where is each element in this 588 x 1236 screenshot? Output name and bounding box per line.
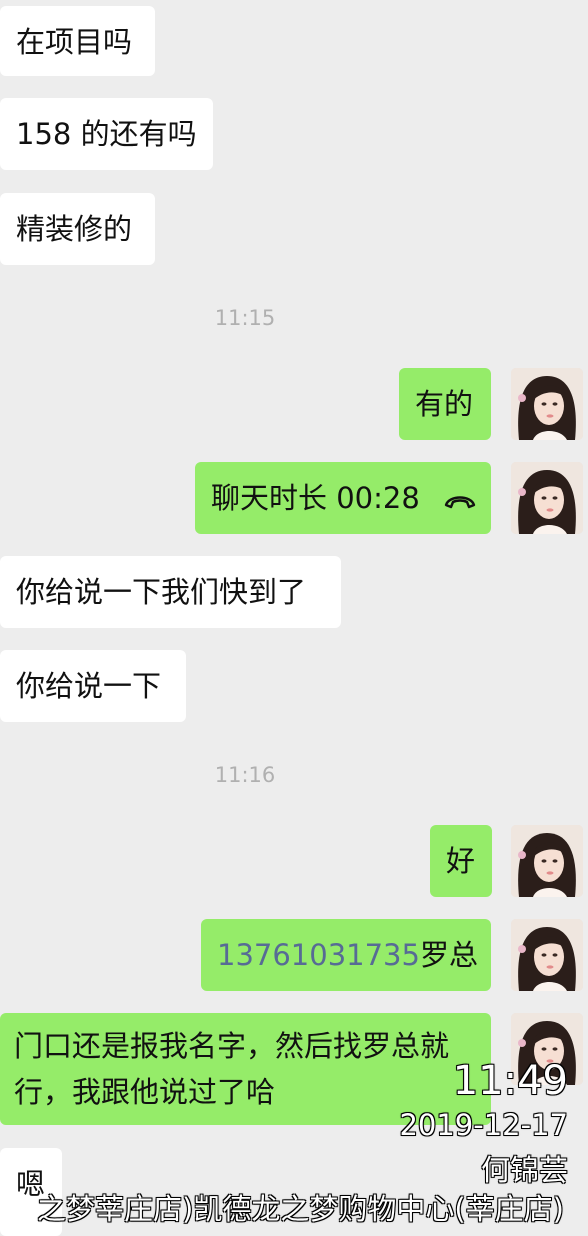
watermark-time: 11:49 [452,1058,568,1104]
message-text-line-1: 门口还是报我名字，然后找罗总就 [14,1029,450,1063]
message-text: 你给说一下 [16,669,162,703]
message-incoming-3[interactable]: 精装修的 [0,193,155,265]
phone-number-link[interactable]: 13761031735 [217,938,420,972]
watermark-date: 2019-12-17 [399,1108,568,1142]
message-text: 158 的还有吗 [16,117,197,151]
message-text: 罗总 [419,938,478,972]
message-incoming-2[interactable]: 158 的还有吗 [0,98,213,170]
message-outgoing-3[interactable]: 13761031735罗总 [201,919,491,991]
call-record-bubble[interactable]: 聊天时长 00:28 [195,462,491,534]
timestamp: 11:16 [214,763,276,787]
message-incoming-4[interactable]: 你给说一下我们快到了 [0,556,341,628]
call-label: 聊天时长 [211,481,328,515]
phone-hangup-icon [443,478,477,522]
message-text: 好 [446,844,476,878]
message-incoming-5[interactable]: 你给说一下 [0,650,186,722]
message-text: 有的 [415,387,474,421]
message-incoming-1[interactable]: 在项目吗 [0,6,155,76]
message-outgoing-1[interactable]: 有的 [399,368,491,440]
avatar[interactable] [511,825,583,897]
avatar[interactable] [511,368,583,440]
avatar[interactable] [511,919,583,991]
message-text: 在项目吗 [16,25,133,59]
message-text: 你给说一下我们快到了 [16,575,307,609]
message-outgoing-2[interactable]: 好 [430,825,492,897]
timestamp: 11:15 [214,306,276,330]
avatar[interactable] [511,462,583,534]
watermark-name: 何锦芸 [480,1153,568,1187]
message-text: 精装修的 [16,212,133,246]
watermark-location: 之梦莘庄店)凯德龙之梦购物中心(莘庄店) [37,1192,564,1226]
call-duration: 00:28 [336,481,420,515]
